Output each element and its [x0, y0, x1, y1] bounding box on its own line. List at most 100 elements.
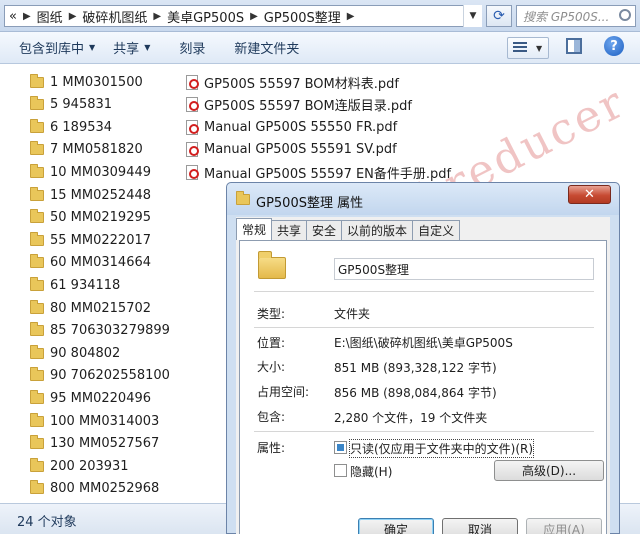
- list-item[interactable]: 7 MM0581820: [30, 139, 143, 161]
- folder-name: 100 MM0314003: [50, 413, 160, 429]
- list-item[interactable]: Manual GP500S 55550 FR.pdf: [186, 116, 397, 138]
- share-button[interactable]: 共享 ▼: [104, 32, 159, 64]
- burn-button[interactable]: 刻录: [159, 32, 214, 64]
- general-tab-panel: GP500S整理 类型: 文件夹 位置: E:\图纸\破碎机图纸\美卓GP500…: [239, 240, 607, 534]
- list-item[interactable]: 6 189534: [30, 116, 112, 138]
- folder-icon: [30, 73, 44, 88]
- share-label: 共享: [113, 42, 140, 57]
- list-item[interactable]: 55 MM0222017: [30, 229, 151, 251]
- tab-previous-versions[interactable]: 以前的版本: [341, 220, 414, 240]
- folder-name-field[interactable]: GP500S整理: [334, 258, 594, 280]
- list-item[interactable]: 90 706202558100: [30, 365, 170, 387]
- list-item[interactable]: 15 MM0252448: [30, 184, 151, 206]
- breadcrumb-overflow[interactable]: «: [9, 9, 17, 24]
- folder-name: 130 MM0527567: [50, 436, 160, 452]
- hidden-label[interactable]: 隐藏(H): [350, 463, 392, 480]
- address-history-dropdown[interactable]: ▼: [463, 5, 482, 27]
- chevron-down-icon: ▼: [144, 43, 151, 52]
- search-input[interactable]: 搜索 GP500S...: [516, 5, 636, 27]
- ok-button[interactable]: 确定: [358, 518, 434, 534]
- list-item[interactable]: 60 MM0314664: [30, 252, 151, 274]
- item-count: 24 个对象: [17, 515, 77, 530]
- close-icon: ✕: [584, 187, 595, 202]
- file-name: Manual GP500S 55597 EN备件手册.pdf: [204, 166, 452, 182]
- breadcrumb[interactable]: « ▶ 图纸 ▶ 破碎机图纸 ▶ 美卓GP500S ▶ GP500S整理 ▶: [4, 5, 482, 27]
- folder-icon: [30, 118, 44, 133]
- list-item[interactable]: Manual GP500S 55597 EN备件手册.pdf: [186, 161, 451, 183]
- folder-icon: [30, 141, 44, 156]
- divider: [254, 327, 594, 328]
- dialog-title-bar[interactable]: GP500S整理 属性 ✕: [227, 183, 619, 215]
- apply-button[interactable]: 应用(A): [526, 518, 602, 534]
- divider: [254, 431, 594, 432]
- tab-general[interactable]: 常规: [236, 218, 273, 240]
- list-item[interactable]: GP500S 55597 BOM连版目录.pdf: [186, 94, 412, 116]
- list-item[interactable]: 130 MM0527567: [30, 433, 159, 455]
- chevron-down-icon: ▼: [89, 43, 96, 52]
- refresh-icon: ⟳: [493, 8, 505, 24]
- list-item[interactable]: 95 MM0220496: [30, 387, 151, 409]
- list-item[interactable]: 80 MM0215702: [30, 297, 151, 319]
- list-item[interactable]: 61 934118: [30, 274, 120, 296]
- advanced-button[interactable]: 高级(D)...: [494, 460, 604, 481]
- hidden-checkbox[interactable]: [334, 464, 347, 477]
- help-icon[interactable]: ?: [604, 36, 624, 56]
- folder-name: 85 706303279899: [50, 323, 170, 339]
- folder-name: 55 MM0222017: [50, 232, 152, 248]
- list-item[interactable]: 10 MM0309449: [30, 161, 151, 183]
- list-item[interactable]: 1 MM0301500: [30, 71, 143, 93]
- breadcrumb-item-drawings[interactable]: 图纸: [37, 7, 63, 26]
- preview-pane-icon[interactable]: [566, 38, 582, 54]
- list-item[interactable]: 50 MM0219295: [30, 207, 151, 229]
- list-item[interactable]: GP500S 55597 BOM材料表.pdf: [186, 71, 399, 93]
- folder-icon: [30, 457, 44, 472]
- list-item[interactable]: 200 203931: [30, 455, 129, 477]
- change-view-button[interactable]: ▼: [507, 37, 549, 59]
- readonly-label[interactable]: 只读(仅应用于文件夹中的文件)(R): [348, 439, 535, 458]
- list-item[interactable]: Manual GP500S 55591 SV.pdf: [186, 139, 397, 161]
- breadcrumb-item-gp500s-organized[interactable]: GP500S整理: [264, 7, 341, 26]
- chevron-right-icon[interactable]: ▶: [153, 11, 161, 22]
- new-folder-button[interactable]: 新建文件夹: [214, 32, 308, 64]
- refresh-button[interactable]: ⟳: [486, 5, 512, 27]
- list-item[interactable]: 100 MM0314003: [30, 410, 159, 432]
- close-button[interactable]: ✕: [568, 185, 611, 204]
- cancel-button[interactable]: 取消: [442, 518, 518, 534]
- list-item[interactable]: 800 MM0252968: [30, 478, 159, 500]
- pdf-icon: [186, 142, 199, 158]
- chevron-down-icon: ▼: [469, 11, 477, 21]
- list-item[interactable]: 85 706303279899: [30, 320, 170, 342]
- breadcrumb-item-metso-gp500s[interactable]: 美卓GP500S: [167, 7, 244, 26]
- tab-customize[interactable]: 自定义: [412, 220, 461, 240]
- folder-name: 200 203931: [50, 458, 129, 474]
- location-label: 位置:: [257, 336, 286, 350]
- details-view-icon: [513, 42, 527, 54]
- folder-name: 10 MM0309449: [50, 164, 152, 180]
- list-item[interactable]: 5 945831: [30, 94, 112, 116]
- breadcrumb-item-crusher-drawings[interactable]: 破碎机图纸: [82, 7, 147, 26]
- address-bar: « ▶ 图纸 ▶ 破碎机图纸 ▶ 美卓GP500S ▶ GP500S整理 ▶ ▼…: [0, 0, 640, 32]
- chevron-right-icon[interactable]: ▶: [250, 11, 258, 22]
- folder-name: 800 MM0252968: [50, 481, 160, 497]
- include-in-library-button[interactable]: 包含到库中 ▼: [10, 32, 104, 64]
- folder-icon: [30, 231, 44, 246]
- folder-icon: [30, 389, 44, 404]
- list-item[interactable]: 90 804802: [30, 342, 120, 364]
- pdf-icon: [186, 164, 199, 180]
- tab-sharing[interactable]: 共享: [271, 220, 308, 240]
- folder-name: 5 945831: [50, 97, 113, 113]
- chevron-right-icon[interactable]: ▶: [69, 11, 77, 22]
- readonly-checkbox[interactable]: [334, 441, 347, 454]
- tab-security[interactable]: 安全: [306, 220, 343, 240]
- type-value: 文件夹: [334, 307, 371, 321]
- chevron-right-icon[interactable]: ▶: [347, 11, 355, 22]
- folder-name: 60 MM0314664: [50, 255, 152, 271]
- divider: [254, 291, 594, 292]
- size-on-disk-value: 856 MB (898,084,864 字节): [334, 386, 497, 400]
- burn-label: 刻录: [179, 42, 206, 57]
- attributes-label: 属性:: [257, 441, 286, 455]
- chevron-right-icon[interactable]: ▶: [23, 11, 31, 22]
- new-folder-label: 新建文件夹: [234, 42, 300, 57]
- folder-icon: [30, 344, 44, 359]
- dialog-tabs: 常规 共享 安全 以前的版本 自定义: [236, 218, 461, 241]
